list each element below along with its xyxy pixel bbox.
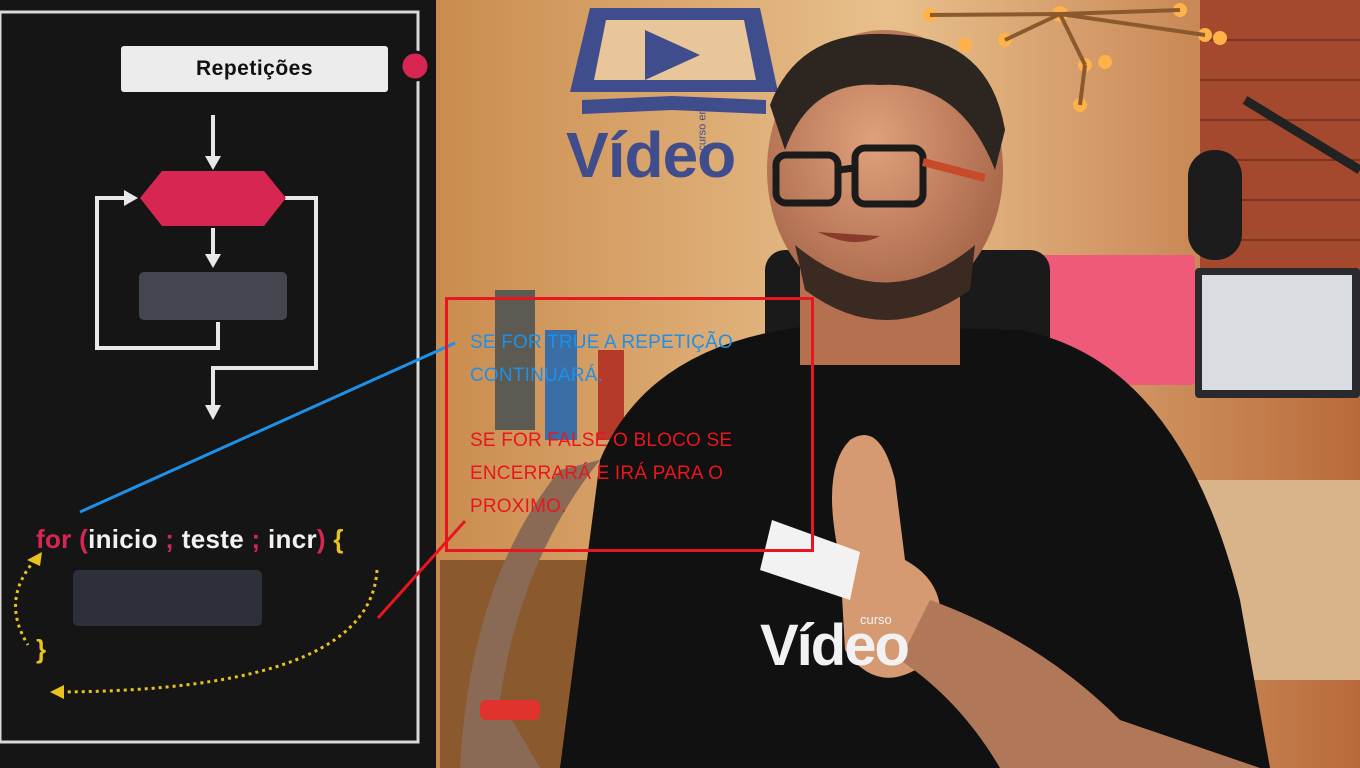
lesson-panel [0,0,436,768]
for-loop-code: for (inicio ; teste ; incr) { [36,524,344,555]
close-paren: ) [316,524,326,554]
test-text: teste [181,524,244,554]
panel-title: Repetições [121,46,388,92]
incr-text: incr [268,524,317,554]
close-brace: } [36,634,47,664]
true-note: SE FOR TRUE A REPETIÇÃO CONTINUARÁ. [470,332,733,386]
for-keyword: for [36,524,72,554]
false-note: SE FOR FALSE O BLOCO SE ENCERRARÁ E IRÁ … [470,430,733,517]
open-brace: { [333,524,344,554]
monitor-right-screen [1202,275,1352,390]
open-paren: ( [79,524,89,554]
loop-body-block [139,272,287,320]
wall-logo-text: Vídeo [566,119,736,191]
watch [480,700,540,720]
init-text: inicio [88,524,158,554]
loop-condition-hexagon [140,171,286,226]
code-body-block [73,570,262,626]
record-dot-icon [399,50,431,82]
shirt-logo-text: Vídeo [760,613,910,678]
separator-1: ; [165,524,175,554]
separator-2: ; [251,524,261,554]
